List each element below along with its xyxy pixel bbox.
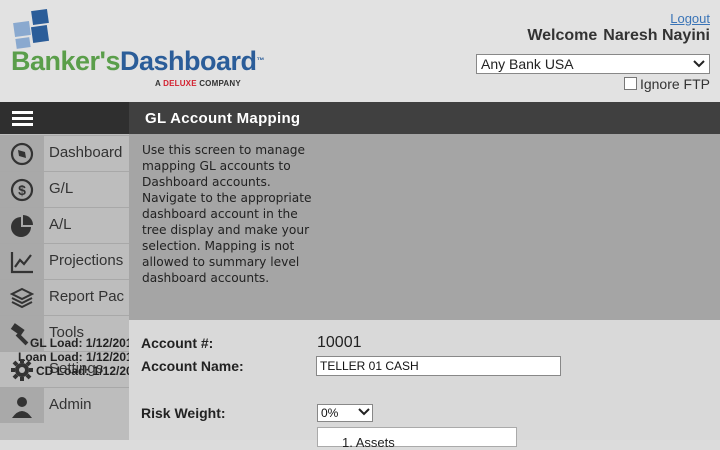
account-number-label: Account #: — [141, 335, 214, 351]
panel-title-bar: GL Account Mapping — [129, 102, 720, 134]
menu-toggle-button[interactable] — [0, 102, 44, 134]
ignore-ftp-label: Ignore FTP — [639, 76, 710, 92]
user-name: Naresh Nayini — [603, 27, 710, 44]
tree-item[interactable]: 1. Assets — [342, 435, 395, 450]
sidebar-item-label: Report Pac — [49, 288, 125, 305]
chevron-down-icon — [693, 55, 705, 76]
user-icon — [0, 388, 44, 423]
page-title: GL Account Mapping — [145, 110, 301, 127]
welcome-label: Welcome — [527, 27, 598, 44]
cd-load-status: CD Load: 1/12/201 — [36, 364, 129, 378]
sidebar-item-dashboard[interactable]: Dashboard — [0, 135, 129, 171]
layers-icon — [0, 280, 44, 315]
brand-logo: Banker'sDashboard™ — [11, 46, 265, 76]
sidebar-item-label: G/L — [49, 180, 74, 197]
welcome-text: Welcome Naresh Nayini — [521, 27, 710, 45]
sidebar-top-bar — [44, 102, 129, 134]
instructions-box: Use this screen to manage mapping GL acc… — [129, 134, 720, 320]
chevron-down-icon — [358, 405, 370, 422]
sidebar-item-projections[interactable]: Projections — [0, 243, 129, 279]
sidebar-item-label: A/L — [49, 216, 72, 233]
sidebar-item-label: Dashboard — [49, 144, 123, 161]
app-header: Banker'sDashboard™ A DELUXE COMPANY Logo… — [0, 0, 720, 102]
hamburger-icon — [12, 111, 33, 114]
ignore-ftp-checkbox[interactable] — [623, 77, 637, 90]
hamburger-icon-bar — [12, 123, 33, 126]
sidebar-item-al[interactable]: A/L — [0, 207, 129, 243]
sidebar-item-report-pac[interactable]: Report Pac — [0, 279, 129, 315]
risk-weight-value: 0% — [321, 406, 339, 420]
account-number-value: 10001 — [317, 334, 362, 351]
account-name-label: Account Name: — [141, 358, 244, 374]
risk-weight-label: Risk Weight: — [141, 405, 226, 421]
account-tree[interactable]: 1. Assets — [317, 427, 517, 450]
pie-chart-icon — [0, 208, 44, 243]
sidebar-nav: Dashboard $ G/L A/L Projections Report P… — [0, 102, 129, 440]
svg-text:$: $ — [18, 182, 26, 198]
bank-select[interactable]: Any Bank USA — [476, 54, 710, 74]
logout-link[interactable]: Logout — [670, 11, 710, 26]
sidebar-item-label: Projections — [49, 252, 124, 269]
sidebar-item-gl[interactable]: $ G/L — [0, 171, 129, 207]
main-panel: GL Account Mapping Use this screen to ma… — [129, 102, 720, 450]
dollar-icon: $ — [0, 172, 44, 207]
account-name-field[interactable]: TELLER 01 CASH — [316, 356, 561, 376]
bank-select-value: Any Bank USA — [481, 56, 574, 72]
sidebar-item-admin[interactable]: Admin — [0, 387, 129, 423]
compass-icon — [0, 136, 44, 171]
hamburger-icon-bar — [12, 117, 33, 120]
line-chart-icon — [0, 244, 44, 279]
risk-weight-select[interactable]: 0% — [317, 404, 373, 422]
logo-mark-icon — [12, 8, 56, 50]
brand-tagline: A DELUXE COMPANY — [155, 79, 241, 88]
sidebar-item-label: Admin — [49, 396, 92, 413]
gl-load-status: GL Load: 1/12/201 — [30, 336, 129, 350]
ignore-ftp-option: Ignore FTP — [623, 76, 710, 92]
instructions-text: Use this screen to manage mapping GL acc… — [142, 143, 312, 285]
